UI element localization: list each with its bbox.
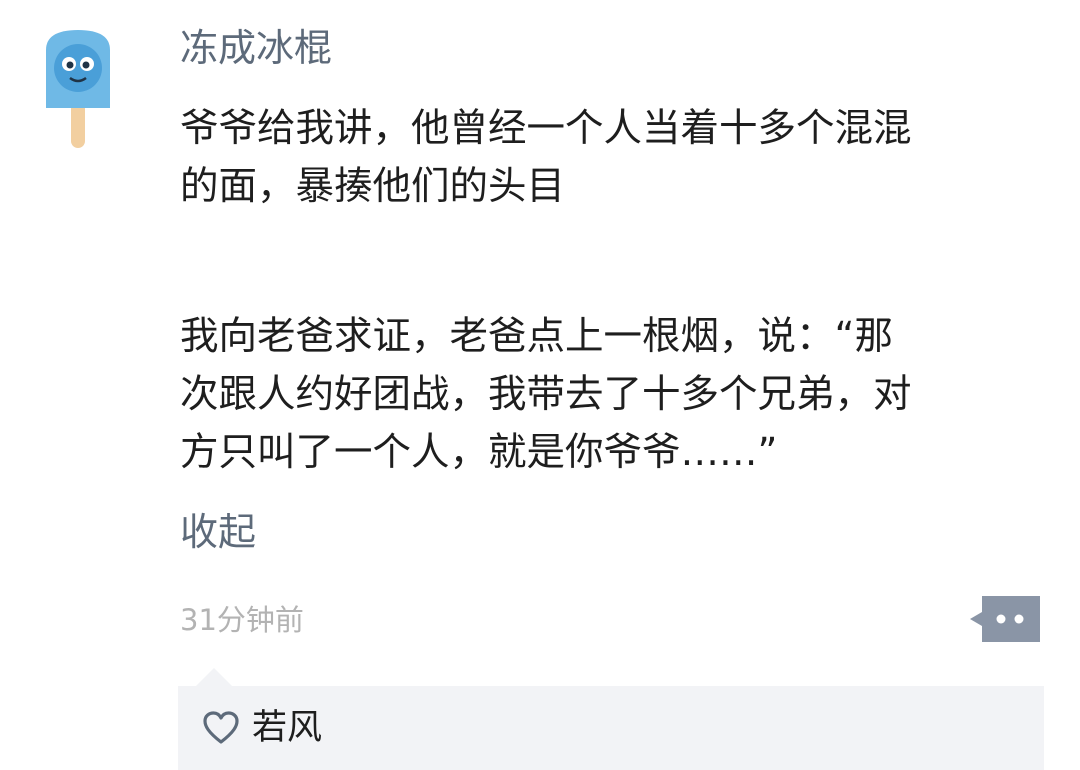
post-text-line: 我向老爸求证，老爸点上一根烟，说：“那 bbox=[180, 314, 893, 359]
comment-bubble-icon bbox=[970, 596, 1040, 642]
post-paragraph-1: 爷爷给我讲，他曾经一个人当着十多个混混 的面，暴揍他们的头目 bbox=[180, 100, 1050, 216]
likes-panel: 若风 bbox=[178, 686, 1044, 770]
likes-row: 若风 bbox=[202, 706, 322, 750]
post-content: 爷爷给我讲，他曾经一个人当着十多个混混 的面，暴揍他们的头目 我向老爸求证，老爸… bbox=[180, 100, 1050, 482]
avatar[interactable] bbox=[28, 24, 128, 154]
heart-outline-icon bbox=[203, 711, 239, 744]
likes-panel-pointer bbox=[196, 668, 232, 686]
post-paragraph-2: 我向老爸求证，老爸点上一根烟，说：“那 次跟人约好团战，我带去了十多个兄弟，对 … bbox=[180, 308, 1050, 482]
liker-name[interactable]: 若风 bbox=[252, 706, 322, 750]
post-timestamp: 31分钟前 bbox=[180, 603, 304, 637]
post-text-line: 方只叫了一个人，就是你爷爷……” bbox=[180, 430, 778, 475]
post-text-line: 的面，暴揍他们的头目 bbox=[180, 164, 566, 209]
comment-button[interactable] bbox=[968, 594, 1042, 644]
post-text-line: 爷爷给我讲，他曾经一个人当着十多个混混 bbox=[180, 106, 912, 151]
post-text-line: 次跟人约好团战，我带去了十多个兄弟，对 bbox=[180, 372, 912, 417]
collapse-link[interactable]: 收起 bbox=[180, 504, 256, 560]
username-link[interactable]: 冻成冰棍 bbox=[180, 22, 332, 74]
popsicle-avatar-icon bbox=[46, 30, 110, 148]
